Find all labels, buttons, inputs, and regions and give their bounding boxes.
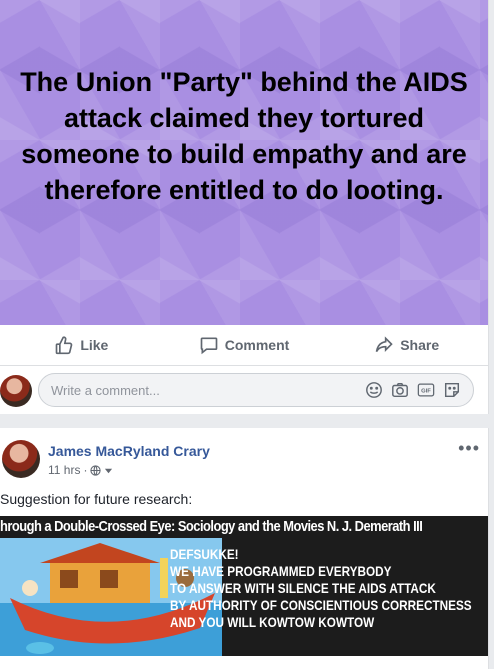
share-icon <box>375 336 393 353</box>
svg-text:GIF: GIF <box>421 389 431 395</box>
author-avatar[interactable] <box>2 440 40 478</box>
share-label: Share <box>400 337 440 353</box>
post-banner-text: The Union "Party" behind the AIDS attack… <box>20 67 468 205</box>
avatar[interactable] <box>0 375 32 407</box>
comment-input[interactable]: Write a comment... GIF <box>38 373 474 407</box>
status-background: The Union "Party" behind the AIDS attack… <box>0 0 488 325</box>
meme-line: WE HAVE PROGRAMMED EVERYBODY <box>170 563 392 579</box>
second-post: James MacRyland Crary 11 hrs · ••• Sugge… <box>0 428 489 669</box>
author-name[interactable]: James MacRyland Crary <box>48 443 210 459</box>
meme-line: AND YOU WILL KOWTOW KOWTOW <box>170 614 375 630</box>
meme-line: DEFSUKKE! <box>170 546 239 562</box>
sticker-icon[interactable] <box>443 381 461 399</box>
comment-icon <box>200 337 218 355</box>
comment-input-icons: GIF <box>365 381 461 399</box>
post-text: Suggestion for future research: <box>0 491 193 507</box>
meme-line: TO ANSWER WITH SILENCE THE AIDS ATTACK <box>170 580 436 596</box>
comment-label: Comment <box>224 337 290 353</box>
like-icon <box>55 336 73 355</box>
meme-line: BY AUTHORITY OF CONSCIENTIOUS CORRECTNES… <box>170 597 472 613</box>
comment-button[interactable]: Comment <box>163 335 326 355</box>
camera-icon[interactable] <box>391 381 409 399</box>
emoji-icon[interactable] <box>365 381 383 399</box>
post-card: The Union "Party" behind the AIDS attack… <box>0 0 489 414</box>
like-label: Like <box>80 337 109 353</box>
share-button[interactable]: Share <box>325 335 488 355</box>
caret-down-icon[interactable] <box>104 466 113 475</box>
globe-icon[interactable] <box>90 464 102 476</box>
meme-title: hrough a Double-Crossed Eye: Sociology a… <box>0 518 423 535</box>
post-action-bar: Like Comment Share <box>0 325 488 366</box>
separator-dot: · <box>83 463 88 477</box>
comment-row: Write a comment... GIF <box>0 370 488 410</box>
like-button[interactable]: Like <box>0 335 163 355</box>
post-time[interactable]: 11 hrs <box>48 463 80 477</box>
meme-image[interactable]: hrough a Double-Crossed Eye: Sociology a… <box>0 516 488 656</box>
post-meta: 11 hrs · <box>48 463 113 477</box>
more-icon[interactable]: ••• <box>458 438 480 459</box>
comment-placeholder: Write a comment... <box>51 383 160 398</box>
meme-caption: DEFSUKKE! WE HAVE PROGRAMMED EVERYBODY T… <box>170 546 472 631</box>
gif-icon[interactable]: GIF <box>417 381 435 399</box>
